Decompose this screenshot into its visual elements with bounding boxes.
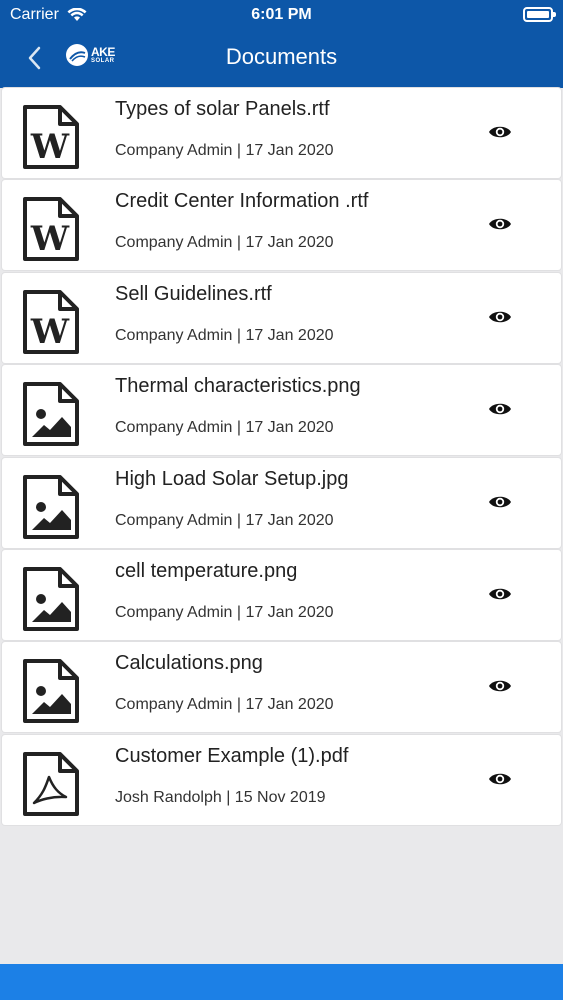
document-name: Types of solar Panels.rtf — [115, 98, 330, 120]
document-row[interactable]: Calculations.png Company Admin | 17 Jan 2… — [2, 642, 561, 733]
view-document-button[interactable] — [488, 676, 512, 696]
document-row[interactable]: Customer Example (1).pdf Josh Randolph | … — [2, 734, 561, 825]
document-name: Thermal characteristics.png — [115, 375, 361, 398]
document-meta: Company Admin | 17 Jan 2020 — [115, 696, 334, 714]
document-row[interactable]: W Sell Guidelines.rtf Company Admin | 17 J… — [2, 272, 561, 363]
view-document-button[interactable] — [488, 214, 512, 234]
app-header: Carrier 6:01 PM AKE SOLAR Documents — [0, 0, 563, 88]
eye-icon — [488, 773, 512, 793]
document-meta: Company Admin | 17 Jan 2020 — [115, 142, 334, 159]
svg-text:W: W — [30, 219, 70, 259]
document-meta: Company Admin | 17 Jan 2020 — [115, 234, 334, 252]
document-meta: Company Admin | 17 Jan 2020 — [115, 326, 334, 344]
document-meta: Company Admin | 17 Jan 2020 — [115, 603, 334, 621]
svg-text:W: W — [30, 127, 70, 167]
word-document-icon: W — [22, 104, 80, 170]
document-list: W Types of solar Panels.rtf Company Admin … — [0, 88, 563, 827]
document-meta: Josh Randolph | 15 Nov 2019 — [115, 788, 326, 806]
image-file-icon — [22, 474, 80, 540]
document-row[interactable]: cell temperature.png Company Admin | 17 J… — [2, 549, 561, 640]
eye-icon — [488, 681, 512, 700]
eye-icon — [488, 496, 512, 516]
pdf-file-icon — [22, 751, 80, 817]
document-meta: Company Admin | 17 Jan 2020 — [115, 511, 334, 529]
view-document-button[interactable] — [488, 307, 512, 327]
eye-icon — [488, 126, 512, 146]
page-title: Documents — [225, 44, 338, 69]
document-name: High Load Solar Setup.jpg — [115, 467, 349, 490]
image-file-icon — [22, 658, 80, 724]
document-row[interactable]: Thermal characteristics.png Company Admin… — [2, 365, 561, 456]
document-name: Customer Example (1).pdf — [115, 744, 349, 767]
document-row[interactable]: W Types of solar Panels.rtf Company Admin … — [2, 88, 561, 178]
document-name: Credit Center Information .rtf — [115, 190, 369, 213]
document-name: Calculations.png — [115, 652, 263, 675]
eye-icon — [488, 588, 512, 608]
clock: 6:01 PM — [251, 6, 312, 23]
image-file-icon — [22, 381, 80, 447]
view-document-button[interactable] — [488, 122, 512, 142]
svg-text:W: W — [30, 312, 70, 352]
view-document-button[interactable] — [488, 492, 512, 512]
navigation-bar: AKE SOLAR Documents — [0, 36, 563, 80]
word-document-icon: W — [22, 196, 80, 262]
view-document-button[interactable] — [488, 399, 512, 419]
document-row[interactable]: High Load Solar Setup.jpg Company Admin |… — [2, 457, 561, 548]
document-name: cell temperature.png — [115, 559, 298, 582]
bottom-bar — [0, 964, 563, 1000]
document-name: Sell Guidelines.rtf — [115, 282, 272, 305]
eye-icon — [488, 403, 512, 423]
view-document-button[interactable] — [488, 584, 512, 604]
eye-icon — [488, 311, 512, 331]
battery-icon — [523, 7, 556, 22]
status-bar: Carrier 6:01 PM — [0, 0, 563, 30]
view-document-button[interactable] — [488, 769, 512, 789]
eye-icon — [488, 219, 512, 238]
word-document-icon: W — [22, 289, 80, 355]
document-row[interactable]: W Credit Center Information .rtf Company A… — [2, 180, 561, 271]
document-meta: Company Admin | 17 Jan 2020 — [115, 419, 334, 437]
image-file-icon — [22, 566, 80, 632]
